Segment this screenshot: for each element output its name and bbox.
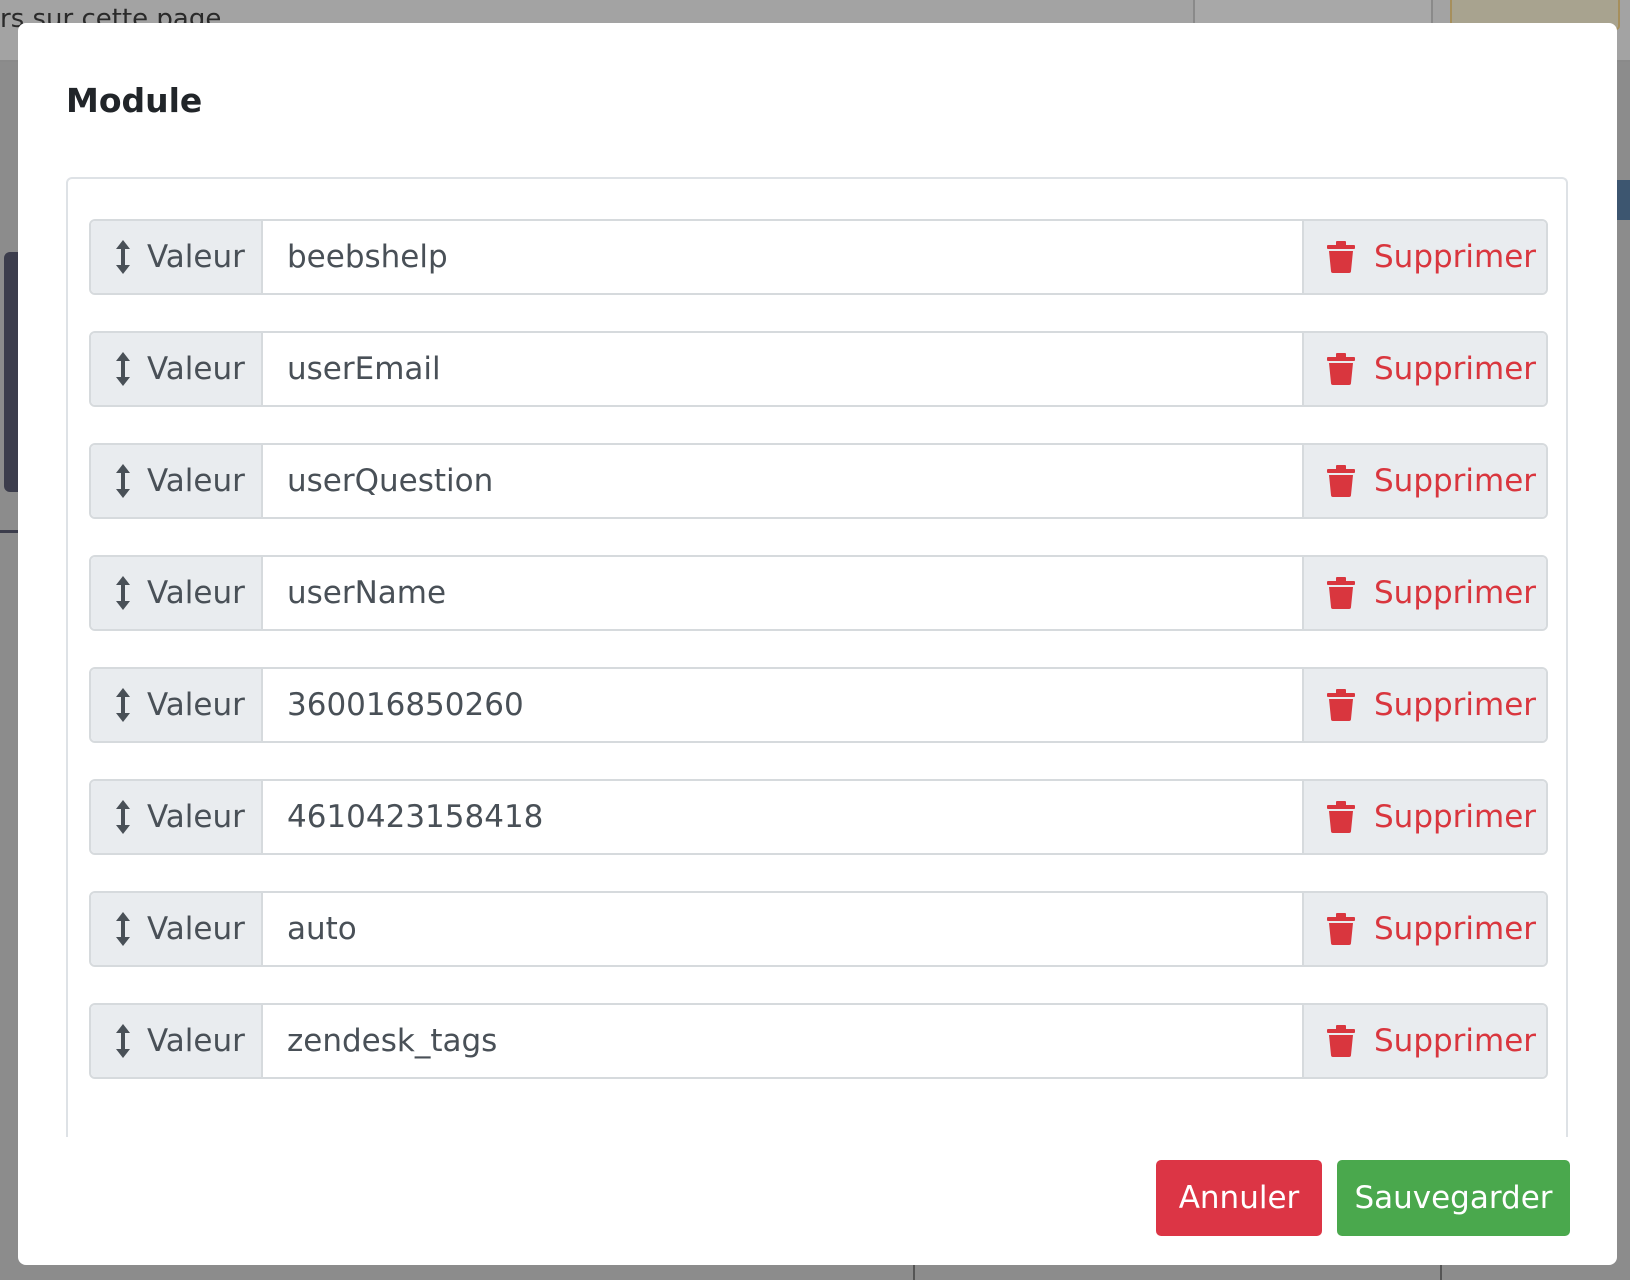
value-input[interactable]: auto [263, 893, 1302, 965]
delete-button[interactable]: Supprimer [1302, 1005, 1546, 1077]
value-input[interactable]: 4610423158418 [263, 781, 1302, 853]
drag-handle[interactable]: Valeur [91, 445, 263, 517]
list-item: Valeur 4610423158418 Supprimer [89, 779, 1548, 855]
list-item: Valeur 360016850260 Supprimer [89, 667, 1548, 743]
delete-button[interactable]: Supprimer [1302, 333, 1546, 405]
delete-label: Supprimer [1374, 351, 1537, 387]
row-label: Valeur [147, 799, 245, 835]
trash-icon [1327, 689, 1355, 721]
vertical-arrows-icon [116, 464, 130, 498]
value-input[interactable]: userQuestion [263, 445, 1302, 517]
drag-handle[interactable]: Valeur [91, 557, 263, 629]
row-label: Valeur [147, 575, 245, 611]
list-item: Valeur userQuestion Supprimer [89, 443, 1548, 519]
delete-button[interactable]: Supprimer [1302, 893, 1546, 965]
values-list: Valeur beebshelp Supprimer Valeur userEm… [66, 177, 1568, 1137]
list-item: Valeur auto Supprimer [89, 891, 1548, 967]
value-input[interactable]: 360016850260 [263, 669, 1302, 741]
drag-handle[interactable]: Valeur [91, 669, 263, 741]
vertical-arrows-icon [116, 576, 130, 610]
list-item: Valeur zendesk_tags Supprimer [89, 1003, 1548, 1079]
trash-icon [1327, 577, 1355, 609]
list-item: Valeur userName Supprimer [89, 555, 1548, 631]
value-input[interactable]: beebshelp [263, 221, 1302, 293]
row-label: Valeur [147, 687, 245, 723]
drag-handle[interactable]: Valeur [91, 893, 263, 965]
delete-button[interactable]: Supprimer [1302, 781, 1546, 853]
background-divider [0, 530, 20, 533]
value-input[interactable]: userEmail [263, 333, 1302, 405]
delete-button[interactable]: Supprimer [1302, 669, 1546, 741]
delete-label: Supprimer [1374, 239, 1537, 275]
vertical-arrows-icon [116, 352, 130, 386]
trash-icon [1327, 241, 1355, 273]
module-modal: Module Valeur beebshelp Supprimer Valeur… [18, 23, 1617, 1265]
trash-icon [1327, 1025, 1355, 1057]
value-input[interactable]: zendesk_tags [263, 1005, 1302, 1077]
vertical-arrows-icon [116, 240, 130, 274]
vertical-arrows-icon [116, 1024, 130, 1058]
vertical-arrows-icon [116, 688, 130, 722]
trash-icon [1327, 801, 1355, 833]
delete-button[interactable]: Supprimer [1302, 221, 1546, 293]
trash-icon [1327, 465, 1355, 497]
vertical-arrows-icon [116, 800, 130, 834]
drag-handle[interactable]: Valeur [91, 333, 263, 405]
drag-handle[interactable]: Valeur [91, 1005, 263, 1077]
delete-label: Supprimer [1374, 799, 1537, 835]
value-input[interactable]: userName [263, 557, 1302, 629]
row-label: Valeur [147, 911, 245, 947]
list-item: Valeur beebshelp Supprimer [89, 219, 1548, 295]
row-label: Valeur [147, 463, 245, 499]
row-label: Valeur [147, 239, 245, 275]
list-item: Valeur userEmail Supprimer [89, 331, 1548, 407]
cancel-button[interactable]: Annuler [1156, 1160, 1322, 1236]
save-button[interactable]: Sauvegarder [1337, 1160, 1570, 1236]
modal-title: Module [66, 81, 203, 120]
delete-label: Supprimer [1374, 1023, 1537, 1059]
delete-label: Supprimer [1374, 911, 1537, 947]
row-label: Valeur [147, 351, 245, 387]
vertical-arrows-icon [116, 912, 130, 946]
delete-button[interactable]: Supprimer [1302, 445, 1546, 517]
delete-label: Supprimer [1374, 575, 1537, 611]
row-label: Valeur [147, 1023, 245, 1059]
background-panel [1615, 180, 1630, 220]
drag-handle[interactable]: Valeur [91, 781, 263, 853]
trash-icon [1327, 353, 1355, 385]
delete-label: Supprimer [1374, 687, 1537, 723]
drag-handle[interactable]: Valeur [91, 221, 263, 293]
trash-icon [1327, 913, 1355, 945]
delete-button[interactable]: Supprimer [1302, 557, 1546, 629]
delete-label: Supprimer [1374, 463, 1537, 499]
